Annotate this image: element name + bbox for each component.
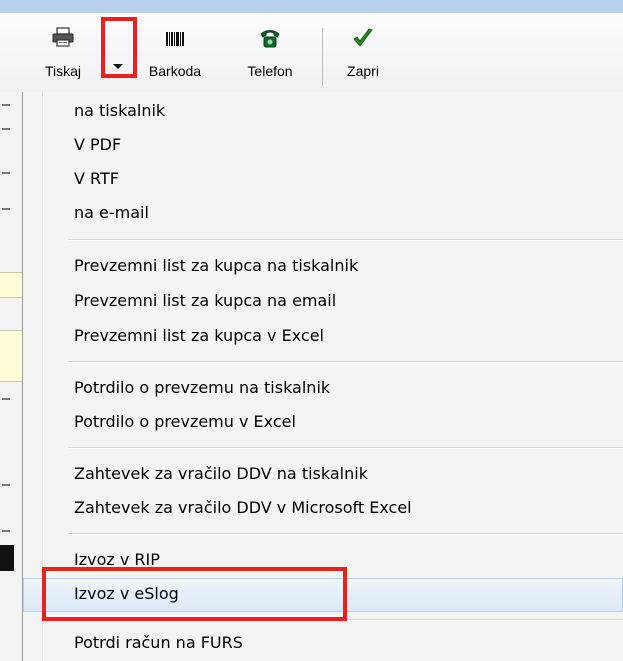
menu-item-vat-refund-excel[interactable]: Zahtevek za vračilo DDV v Microsoft Exce…: [23, 492, 623, 526]
eslog-highlight-box: [42, 567, 347, 621]
print-button[interactable]: Tiskaj: [33, 15, 93, 93]
background-dark-field: [0, 545, 14, 571]
menu-item-rtf[interactable]: V RTF: [23, 163, 623, 197]
close-button-label: Zapri: [347, 63, 379, 79]
barcode-button-label: Barkoda: [148, 63, 202, 79]
phone-button-label: Telefon: [247, 63, 293, 79]
menu-item-email[interactable]: na e-mail: [23, 197, 623, 231]
print-button-label: Tiskaj: [44, 63, 82, 79]
menu-item-receipt-printer[interactable]: Potrdilo o prevzemu na tiskalnik: [23, 372, 623, 406]
menu-item-confirm-furs[interactable]: Potrdi račun na FURS: [23, 627, 623, 661]
printer-icon: [52, 27, 74, 47]
menu-item-delivery-note-email[interactable]: Prevzemni list za kupca na email: [23, 285, 623, 319]
dropdown-highlight-box: [101, 17, 137, 78]
barcode-icon: [166, 32, 184, 46]
menu-item-vat-refund-printer[interactable]: Zahtevek za vračilo DDV na tiskalnik: [23, 458, 623, 492]
menu-item-receipt-excel[interactable]: Potrdilo o prevzemu v Excel: [23, 406, 623, 440]
menu-item-delivery-note-printer[interactable]: Prevzemni list za kupca na tiskalnik: [23, 250, 623, 284]
close-button[interactable]: Zapri: [336, 15, 390, 93]
background-form-edge: [0, 92, 22, 661]
menu-item-delivery-note-excel[interactable]: Prevzemni list za kupca v Excel: [23, 320, 623, 354]
toolbar: Tiskaj Barkoda Telefon Zapri: [0, 13, 623, 92]
menu-item-to-printer[interactable]: na tiskalnik: [23, 95, 623, 129]
telephone-icon: [260, 30, 280, 48]
phone-button[interactable]: Telefon: [236, 15, 304, 93]
toolbar-separator: [322, 28, 323, 86]
window-title-strip: [0, 0, 623, 13]
barcode-button[interactable]: Barkoda: [142, 15, 208, 93]
checkmark-icon: [353, 28, 373, 47]
menu-item-pdf[interactable]: V PDF: [23, 129, 623, 163]
